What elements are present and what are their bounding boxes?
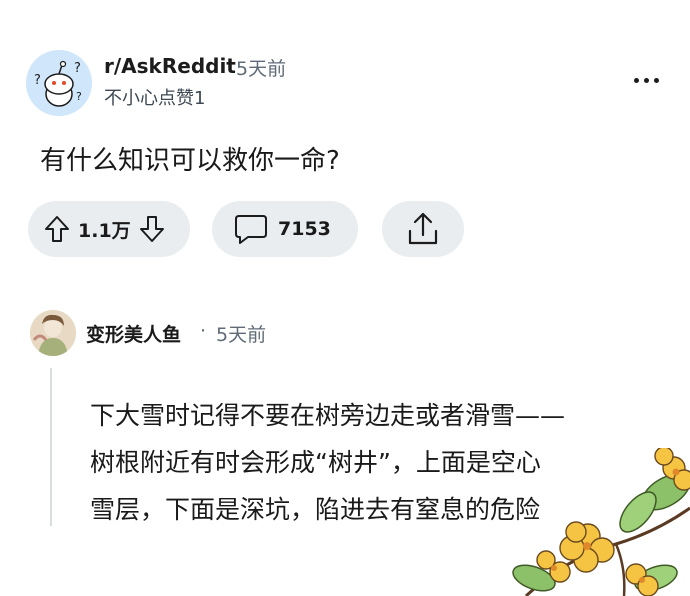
speech-bubble-icon xyxy=(235,215,267,244)
reddit-snoo-question-icon: ? ? ? xyxy=(26,50,92,116)
arrow-down-icon xyxy=(139,216,164,242)
comment-icon-wrap xyxy=(234,213,268,245)
share-icon xyxy=(408,212,438,245)
svg-text:?: ? xyxy=(74,61,81,76)
post-title[interactable]: 有什么知识可以救你一命? xyxy=(40,140,340,177)
subreddit-name[interactable]: r/AskReddit xyxy=(104,54,236,78)
share-button[interactable] xyxy=(382,201,464,257)
upvote-button[interactable] xyxy=(44,215,70,243)
comment-line: 下大雪时记得不要在树旁边走或者滑雪—— xyxy=(90,401,566,430)
comment-thread-line[interactable] xyxy=(50,368,52,526)
more-options-button[interactable] xyxy=(632,66,662,96)
separator-dot: · xyxy=(200,320,207,342)
comment-author-avatar[interactable] xyxy=(30,310,76,356)
post-header: ? ? ? r/AskReddit 5天前 不小心点赞1 xyxy=(26,48,666,116)
avatar-image xyxy=(30,310,76,356)
dot-icon xyxy=(654,78,659,83)
comment-count: 7153 xyxy=(278,218,331,240)
comment-author[interactable]: 变形美人鱼 xyxy=(86,320,181,347)
arrow-up-icon xyxy=(45,216,69,242)
vote-count: 1.1万 xyxy=(78,219,131,242)
downvote-button[interactable] xyxy=(139,215,165,243)
svg-text:?: ? xyxy=(76,90,82,103)
vote-pill: 1.1万 xyxy=(28,201,190,257)
post-timestamp: 5天前 xyxy=(236,58,287,80)
svg-text:?: ? xyxy=(34,73,41,88)
flower-decoration-icon xyxy=(512,448,690,596)
post-author[interactable]: 不小心点赞1 xyxy=(104,84,205,110)
post-action-bar: 1.1万 7153 xyxy=(28,201,668,257)
dot-icon xyxy=(644,78,649,83)
dot-icon xyxy=(634,78,639,83)
comments-button[interactable]: 7153 xyxy=(212,201,358,257)
comment-timestamp: 5天前 xyxy=(216,324,267,346)
subreddit-avatar[interactable]: ? ? ? xyxy=(26,50,92,116)
